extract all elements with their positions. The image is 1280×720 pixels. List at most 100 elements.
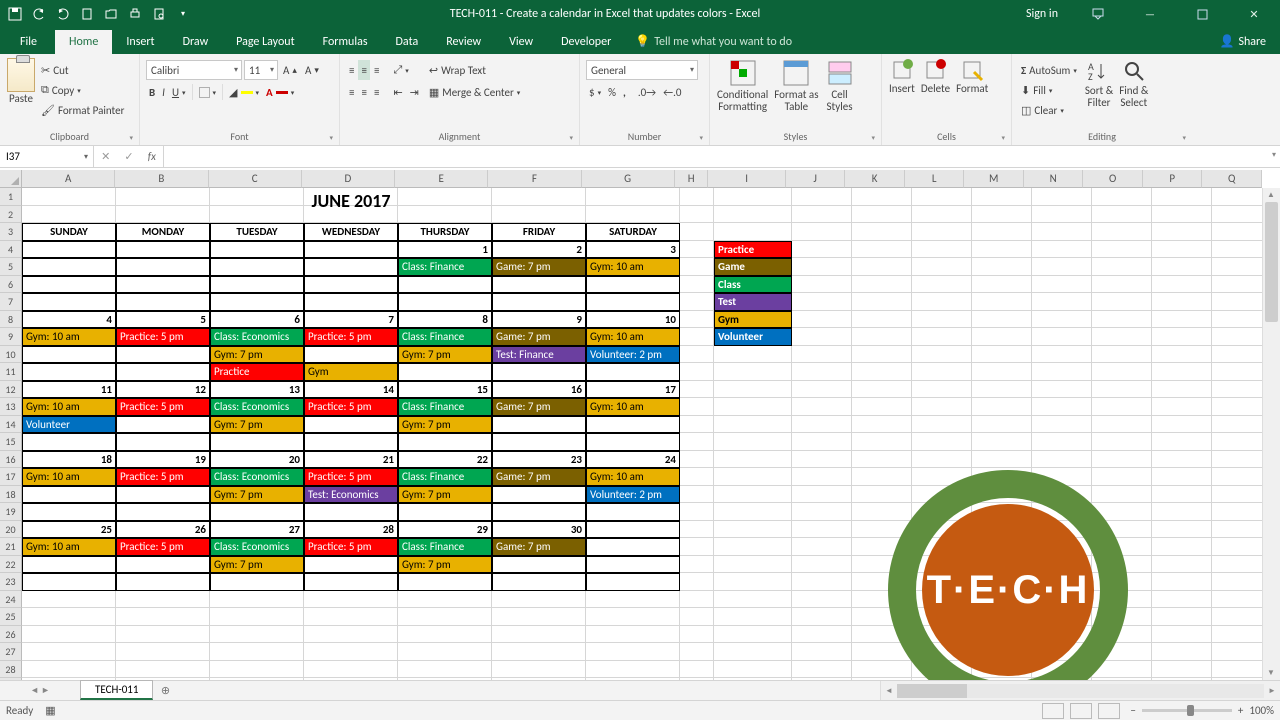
tab-home[interactable]: Home [55, 30, 112, 54]
cal-cell[interactable] [398, 363, 492, 381]
date-cell[interactable]: 20 [210, 451, 304, 469]
fill-color-button[interactable]: ◢▾ [226, 82, 262, 102]
vertical-scrollbar[interactable] [1262, 188, 1280, 680]
date-cell[interactable]: 3 [586, 241, 680, 259]
event-cell[interactable]: Gym: 7 pm [398, 346, 492, 364]
dec-decimal-button[interactable]: ←.0 [660, 82, 684, 102]
delete-cells-button[interactable]: Delete [918, 56, 953, 128]
quickprint-icon[interactable] [124, 3, 146, 25]
new-icon[interactable] [76, 3, 98, 25]
event-cell[interactable]: Test: Economics [304, 486, 398, 504]
cal-cell[interactable] [116, 293, 210, 311]
cal-cell[interactable] [304, 346, 398, 364]
date-cell[interactable] [304, 241, 398, 259]
date-cell[interactable]: 10 [586, 311, 680, 329]
find-select-button[interactable]: Find & Select [1116, 56, 1151, 128]
tab-file[interactable]: File [2, 30, 55, 54]
bold-button[interactable]: B [146, 82, 158, 102]
date-cell[interactable]: 22 [398, 451, 492, 469]
preview-icon[interactable] [148, 3, 170, 25]
normal-view-button[interactable] [1042, 703, 1064, 719]
cal-cell[interactable] [398, 433, 492, 451]
event-cell[interactable]: Practice: 5 pm [116, 468, 210, 486]
date-cell[interactable]: 5 [116, 311, 210, 329]
cal-cell[interactable] [586, 416, 680, 434]
date-cell[interactable]: 6 [210, 311, 304, 329]
grow-font-button[interactable]: A▴ [280, 60, 300, 80]
cal-cell[interactable] [210, 503, 304, 521]
date-cell[interactable]: 18 [22, 451, 116, 469]
close-icon[interactable]: ✕ [1232, 0, 1276, 28]
date-cell[interactable]: 11 [22, 381, 116, 399]
event-cell[interactable]: Class: Finance [398, 468, 492, 486]
cal-cell[interactable] [586, 433, 680, 451]
cal-cell[interactable] [398, 503, 492, 521]
cal-cell[interactable] [586, 276, 680, 294]
date-cell[interactable]: 12 [116, 381, 210, 399]
tab-page-layout[interactable]: Page Layout [222, 30, 308, 54]
share-button[interactable]: 👤Share [1205, 29, 1280, 54]
zoom-out-button[interactable]: − [1130, 704, 1135, 717]
date-cell[interactable]: 19 [116, 451, 210, 469]
event-cell[interactable]: Gym: 10 am [22, 328, 116, 346]
align-top-button[interactable]: ≡ [346, 60, 357, 80]
event-cell[interactable]: Practice: 5 pm [304, 538, 398, 556]
event-cell[interactable]: Class: Economics [210, 328, 304, 346]
event-cell[interactable]: Practice [210, 363, 304, 381]
clear-button[interactable]: ◫Clear ▾ [1018, 100, 1080, 120]
event-cell[interactable]: Volunteer [22, 416, 116, 434]
row-headers[interactable]: 1234567891011121314151617181920212223242… [0, 188, 22, 680]
cal-cell[interactable] [492, 276, 586, 294]
cal-cell[interactable] [116, 486, 210, 504]
increase-indent-button[interactable]: ⇥ [407, 82, 422, 102]
event-cell[interactable]: Gym: 7 pm [398, 416, 492, 434]
italic-button[interactable]: I [159, 82, 168, 102]
date-cell[interactable]: 29 [398, 521, 492, 539]
date-cell[interactable]: 15 [398, 381, 492, 399]
font-color-button[interactable]: A▾ [263, 82, 297, 102]
cal-cell[interactable] [304, 276, 398, 294]
align-left-button[interactable]: ≡ [346, 82, 357, 102]
cal-cell[interactable] [586, 293, 680, 311]
cal-cell[interactable] [398, 573, 492, 591]
cut-button[interactable]: ✂Cut [38, 60, 127, 80]
formula-input[interactable] [164, 146, 1280, 167]
cal-cell[interactable] [304, 503, 398, 521]
zoom-in-button[interactable]: + [1238, 704, 1243, 717]
event-cell[interactable]: Volunteer: 2 pm [586, 486, 680, 504]
event-cell[interactable]: Class: Finance [398, 258, 492, 276]
cal-cell[interactable] [304, 293, 398, 311]
date-cell[interactable]: 23 [492, 451, 586, 469]
event-cell[interactable]: Practice: 5 pm [116, 538, 210, 556]
cal-cell[interactable] [304, 573, 398, 591]
cal-cell[interactable] [586, 503, 680, 521]
sort-filter-button[interactable]: AZSort & Filter [1082, 56, 1116, 128]
event-cell[interactable]: Gym: 10 am [22, 538, 116, 556]
event-cell[interactable]: Gym: 7 pm [398, 486, 492, 504]
tab-view[interactable]: View [495, 30, 547, 54]
event-cell[interactable]: Practice: 5 pm [304, 328, 398, 346]
cal-cell[interactable] [116, 433, 210, 451]
cal-cell[interactable] [116, 416, 210, 434]
date-cell[interactable]: 7 [304, 311, 398, 329]
date-cell[interactable]: 27 [210, 521, 304, 539]
cal-cell[interactable] [116, 556, 210, 574]
tab-developer[interactable]: Developer [547, 30, 625, 54]
cal-cell[interactable] [22, 276, 116, 294]
event-cell[interactable]: Class: Economics [210, 468, 304, 486]
format-as-table-button[interactable]: Format as Table [771, 56, 821, 128]
cal-cell[interactable] [22, 556, 116, 574]
date-cell[interactable]: 21 [304, 451, 398, 469]
cal-cell[interactable] [22, 346, 116, 364]
tab-formulas[interactable]: Formulas [309, 30, 382, 54]
event-cell[interactable]: Game: 7 pm [492, 398, 586, 416]
event-cell[interactable]: Gym: 7 pm [210, 416, 304, 434]
cal-cell[interactable] [22, 363, 116, 381]
event-cell[interactable]: Gym: 10 am [22, 468, 116, 486]
date-cell[interactable]: 2 [492, 241, 586, 259]
cal-cell[interactable] [398, 293, 492, 311]
event-cell[interactable]: Gym: 7 pm [210, 556, 304, 574]
cal-cell[interactable] [492, 556, 586, 574]
paste-button[interactable]: Paste [4, 56, 38, 128]
autosum-button[interactable]: ΣAutoSum ▾ [1018, 60, 1080, 80]
